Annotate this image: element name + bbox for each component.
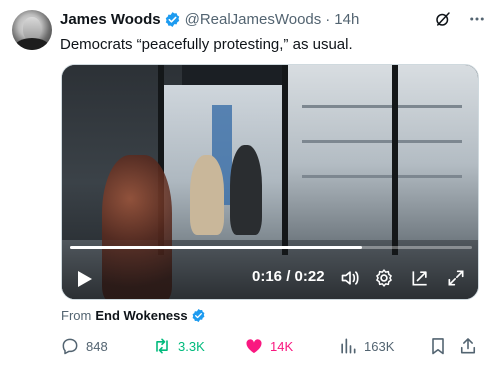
gear-icon[interactable]: [374, 268, 394, 288]
video-source-attribution: From End Wokeness: [61, 308, 206, 323]
retweet-button[interactable]: 3.3K: [152, 336, 205, 356]
tweet-text: Democrats “peacefully protesting,” as us…: [60, 36, 353, 53]
verified-badge-icon: [192, 308, 205, 323]
fullscreen-icon[interactable]: [446, 268, 466, 288]
video-time-display: 0:16 / 0:22: [252, 268, 325, 285]
scene-person: [230, 145, 262, 235]
volume-icon[interactable]: [340, 268, 360, 288]
share-icon: [460, 338, 476, 354]
tweet-action-bar: 848 3.3K 14K 163K: [60, 336, 480, 358]
video-controls: 0:16 / 0:22: [62, 263, 478, 293]
bookmark-button[interactable]: [428, 336, 454, 356]
scene-person: [190, 155, 224, 235]
scene-shelf: [302, 140, 462, 143]
views-button[interactable]: 163K: [338, 336, 394, 356]
author-handle[interactable]: @RealJamesWoods: [185, 11, 322, 28]
reply-count: 848: [86, 338, 108, 354]
tweet-timestamp[interactable]: 14h: [334, 11, 359, 28]
scene-shelf: [302, 105, 462, 108]
video-progress-bar[interactable]: [70, 246, 472, 249]
avatar-shoulders: [14, 38, 50, 50]
reply-icon: [62, 338, 78, 355]
reply-button[interactable]: 848: [60, 336, 108, 356]
bookmark-icon: [432, 338, 444, 355]
tweet-header: James Woods @RealJamesWoods · 14h: [60, 11, 359, 28]
source-account-link[interactable]: End Wokeness: [95, 308, 187, 323]
grok-icon[interactable]: [434, 10, 452, 28]
video-player[interactable]: 0:16 / 0:22: [61, 64, 479, 300]
like-button[interactable]: 14K: [244, 336, 293, 356]
retweet-count: 3.3K: [178, 338, 205, 354]
like-count: 14K: [270, 338, 294, 354]
heart-icon: [246, 339, 262, 354]
author-name[interactable]: James Woods: [60, 11, 161, 28]
retweet-icon: [156, 338, 168, 354]
scene-door-frame: [282, 65, 288, 255]
avatar[interactable]: [12, 10, 52, 50]
scene-store-right: [282, 65, 478, 245]
verified-badge-icon: [165, 12, 179, 27]
dock-icon[interactable]: [410, 268, 430, 288]
source-prefix: From: [61, 308, 92, 323]
share-button[interactable]: [458, 336, 484, 356]
separator-dot: ·: [325, 11, 331, 28]
scene-door-frame: [392, 65, 398, 255]
more-icon[interactable]: [468, 10, 486, 28]
views-icon: [341, 338, 356, 354]
scene-shelf: [302, 175, 462, 178]
video-progress-fill: [70, 246, 363, 249]
views-count: 163K: [364, 338, 395, 354]
play-icon[interactable]: [76, 269, 94, 289]
top-right-actions: [434, 10, 486, 28]
